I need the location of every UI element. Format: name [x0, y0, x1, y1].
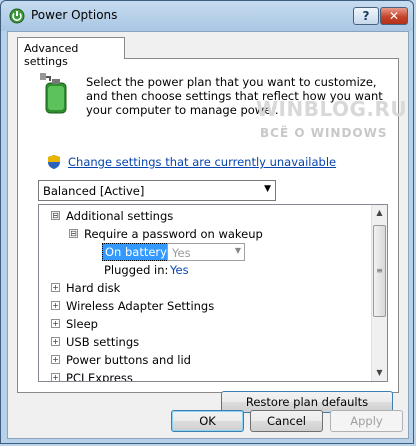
expand-icon[interactable]: +: [51, 337, 60, 346]
tree-item-usb-settings[interactable]: + USB settings: [39, 333, 369, 351]
window-title: Power Options: [31, 8, 118, 22]
chevron-down-icon: ▼: [264, 184, 271, 194]
tree-item-power-buttons[interactable]: + Power buttons and lid: [39, 351, 369, 369]
tree-item-additional-settings[interactable]: ⊟ Additional settings: [39, 207, 369, 225]
advanced-settings-panel: Select the power plan that you want to c…: [17, 58, 407, 413]
ok-button[interactable]: OK: [171, 410, 244, 432]
scroll-up-icon[interactable]: ▲: [372, 205, 387, 221]
tree-item-label: Wireless Adapter Settings: [66, 299, 215, 313]
tree-item-label: Power buttons and lid: [66, 353, 191, 367]
plugged-in-label: Plugged in:: [104, 263, 169, 277]
tree-item-plugged-in[interactable]: Plugged in: Yes: [39, 261, 369, 279]
uac-shield-icon: [48, 155, 60, 169]
expand-icon[interactable]: +: [51, 283, 60, 292]
tree-item-sleep[interactable]: + Sleep: [39, 315, 369, 333]
chevron-down-icon: ▼: [234, 246, 241, 255]
tree-item-label: Sleep: [66, 317, 98, 331]
help-button[interactable]: ?: [353, 7, 379, 25]
cancel-button[interactable]: Cancel: [250, 410, 323, 432]
tree-item-require-password[interactable]: ⊟ Require a password on wakeup: [39, 225, 369, 243]
expand-icon[interactable]: +: [51, 301, 60, 310]
on-battery-select[interactable]: Yes ▼: [167, 243, 245, 261]
tree-item-on-battery[interactable]: On battery: Yes ▼: [39, 243, 369, 261]
power-plan-select[interactable]: Balanced [Active] ▼: [38, 180, 276, 201]
apply-button[interactable]: Apply: [330, 410, 403, 432]
collapse-icon[interactable]: ⊟: [69, 229, 78, 238]
power-options-window: Power Options ? ✕ Advanced settings Sele…: [0, 0, 414, 444]
expand-icon[interactable]: +: [51, 355, 60, 364]
close-button[interactable]: ✕: [380, 7, 408, 25]
tree-item-label: PCI Express: [66, 371, 133, 382]
tree-item-pci-express[interactable]: + PCI Express: [39, 369, 369, 382]
battery-plug-icon: [40, 73, 67, 114]
plugged-in-value[interactable]: Yes: [170, 263, 189, 277]
on-battery-value: Yes: [172, 246, 191, 260]
watermark: WINBLOG.RU ВСЁ О WINDOWS: [250, 95, 407, 153]
tree-scrollbar[interactable]: ▲ ≡ ▼: [371, 205, 387, 381]
expand-icon[interactable]: +: [51, 373, 60, 381]
tree-item-label: Hard disk: [66, 281, 121, 295]
on-battery-label: On battery:: [102, 243, 174, 261]
change-settings-link[interactable]: Change settings that are currently unava…: [68, 155, 336, 169]
tree-item-label: Require a password on wakeup: [84, 227, 263, 241]
watermark-title: WINBLOG.RU: [256, 97, 408, 121]
tree-item-label: USB settings: [66, 335, 140, 349]
dialog-client-area: Advanced settings Select the power plan …: [7, 31, 409, 439]
power-options-icon: [9, 8, 25, 24]
tab-advanced-settings[interactable]: Advanced settings: [17, 37, 125, 68]
scroll-down-icon[interactable]: ▼: [372, 365, 387, 381]
scrollbar-thumb[interactable]: ≡: [373, 225, 386, 317]
collapse-icon[interactable]: ⊟: [51, 211, 60, 220]
expand-icon[interactable]: +: [51, 319, 60, 328]
watermark-subtitle: ВСЁ О WINDOWS: [260, 126, 388, 140]
power-plan-select-value: Balanced [Active]: [43, 184, 145, 198]
tree-item-wireless-adapter[interactable]: + Wireless Adapter Settings: [39, 297, 369, 315]
tree-item-label: Additional settings: [66, 209, 174, 223]
tree-item-hard-disk[interactable]: + Hard disk: [39, 279, 369, 297]
settings-tree[interactable]: ⊟ Additional settings ⊟ Require a passwo…: [38, 204, 388, 382]
title-bar[interactable]: Power Options ? ✕: [1, 1, 413, 31]
